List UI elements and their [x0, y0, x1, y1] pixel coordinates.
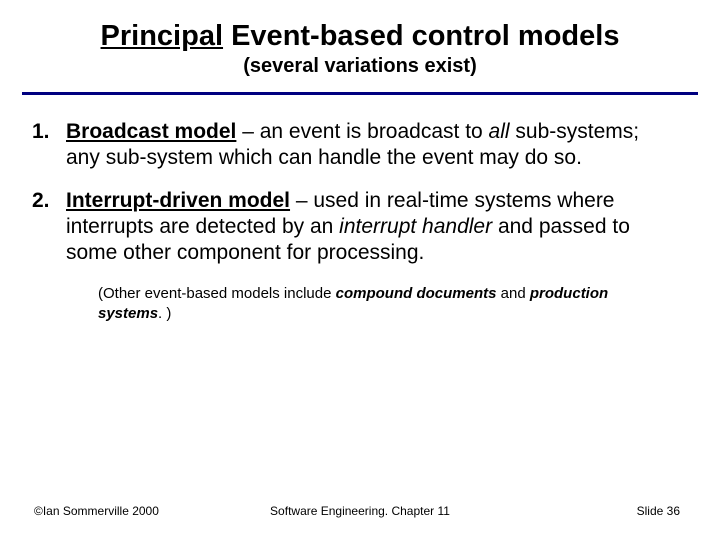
footer-left: ©Ian Sommerville 2000 — [34, 504, 159, 518]
text-fragment: (Other event-based models include — [98, 285, 336, 302]
title-rest: Event-based control models — [223, 20, 619, 52]
slide: Principal Event-based control models (se… — [0, 0, 720, 540]
list-item: 1. Broadcast model – an event is broadca… — [32, 119, 670, 172]
model-name: Broadcast model — [66, 120, 236, 143]
note: (Other event-based models include compou… — [98, 284, 670, 323]
item-number: 1. — [32, 119, 58, 172]
text-fragment: and — [496, 285, 529, 302]
text-fragment: . ) — [158, 305, 171, 322]
text-fragment: sub-systems; — [510, 120, 640, 143]
footer-center: Software Engineering. Chapter 11 — [270, 504, 450, 518]
item-text: Broadcast model – an event is broadcast … — [66, 119, 670, 172]
slide-header: Principal Event-based control models (se… — [0, 0, 720, 86]
footer-right: Slide 36 — [637, 504, 680, 518]
list-item: 2. Interrupt-driven model – used in real… — [32, 188, 670, 267]
item-number: 2. — [32, 188, 58, 267]
text-fragment: – an event is broadcast to — [236, 120, 488, 143]
note-bold: compound documents — [336, 285, 497, 302]
slide-title: Principal Event-based control models — [40, 20, 680, 53]
slide-body: 1. Broadcast model – an event is broadca… — [0, 95, 720, 323]
text-fragment: any sub-system which can handle the even… — [66, 146, 582, 169]
item-text: Interrupt-driven model – used in real-ti… — [66, 188, 670, 267]
slide-subtitle: (several variations exist) — [40, 55, 680, 78]
emphasis: all — [489, 120, 510, 143]
slide-footer: ©Ian Sommerville 2000 Software Engineeri… — [0, 504, 720, 518]
title-underlined: Principal — [101, 20, 224, 52]
emphasis: interrupt handler — [339, 215, 492, 238]
model-name: Interrupt-driven model — [66, 189, 290, 212]
